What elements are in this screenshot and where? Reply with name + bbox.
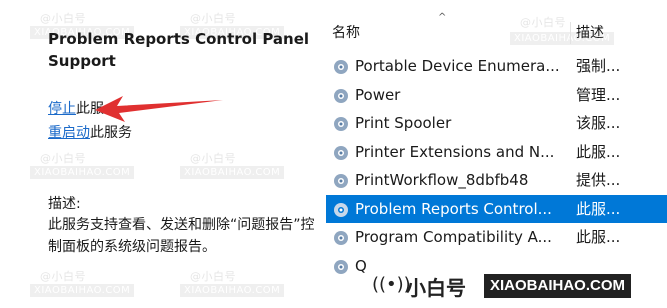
restart-link[interactable]: 重启动 xyxy=(48,125,90,141)
gear-icon xyxy=(334,145,348,160)
logo-text-en: XIAOBAIHAO.COM xyxy=(484,274,631,298)
gear-icon xyxy=(334,88,348,103)
service-description: 此服... xyxy=(576,142,621,161)
gear-icon xyxy=(334,60,348,74)
service-name: Printer Extensions and N... xyxy=(355,142,555,161)
stop-link[interactable]: 停止 xyxy=(48,101,76,117)
services-list: ^ 名称 描述 Portable Device Enumera... 强制...… xyxy=(326,0,667,308)
gear-icon xyxy=(334,202,348,217)
gear-icon xyxy=(334,174,348,188)
service-name: PrintWorkflow_8dbfb48 xyxy=(355,171,529,189)
service-title: Problem Reports Control Panel Support xyxy=(48,30,310,70)
service-row[interactable]: Portable Device Enumera... 强制... xyxy=(326,52,667,81)
service-name: Print Spooler xyxy=(355,114,452,132)
service-description: 此服... xyxy=(576,199,621,218)
description-text: 此服务支持查看、发送和删除“问题报告”控制面板的系统级问题报告。 xyxy=(48,217,315,255)
service-detail-panel: Problem Reports Control Panel Support 停止… xyxy=(0,0,322,308)
service-description: 强制... xyxy=(576,57,621,75)
column-divider[interactable] xyxy=(570,22,571,44)
service-row[interactable]: Power 管理... xyxy=(326,81,667,110)
red-arrow-annotation xyxy=(95,96,223,122)
service-description: 管理... xyxy=(576,85,621,104)
service-name: Problem Reports Control... xyxy=(355,199,552,218)
service-name: Portable Device Enumera... xyxy=(355,57,560,75)
column-header-name[interactable]: 名称 xyxy=(332,20,564,46)
description-label: 描述: xyxy=(48,196,81,212)
gear-icon xyxy=(334,231,348,245)
site-logo: ((•)) 小白号 XIAOBAIHAO.COM xyxy=(366,268,667,304)
service-name: Program Compatibility A... xyxy=(355,228,552,246)
service-row[interactable]: Printer Extensions and N... 此服... xyxy=(326,138,667,167)
service-rows: Portable Device Enumera... 强制... Power 管… xyxy=(326,52,667,280)
column-header-description[interactable]: 描述 xyxy=(576,20,656,46)
service-row[interactable]: Print Spooler 该服... xyxy=(326,109,667,138)
service-description: 此服... xyxy=(576,228,621,246)
gear-icon xyxy=(334,117,348,131)
broadcast-icon: ((•)) xyxy=(372,274,411,295)
service-row-selected[interactable]: Problem Reports Control... 此服... xyxy=(326,194,667,223)
gear-icon xyxy=(334,259,348,274)
service-row[interactable]: Program Compatibility A... 此服... xyxy=(326,223,667,252)
service-row[interactable]: PrintWorkflow_8dbfb48 提供... xyxy=(326,166,667,195)
service-name: Power xyxy=(355,85,401,104)
service-description: 提供... xyxy=(576,171,621,189)
logo-text-cn: 小白号 xyxy=(406,276,466,300)
service-description: 该服... xyxy=(576,114,621,132)
